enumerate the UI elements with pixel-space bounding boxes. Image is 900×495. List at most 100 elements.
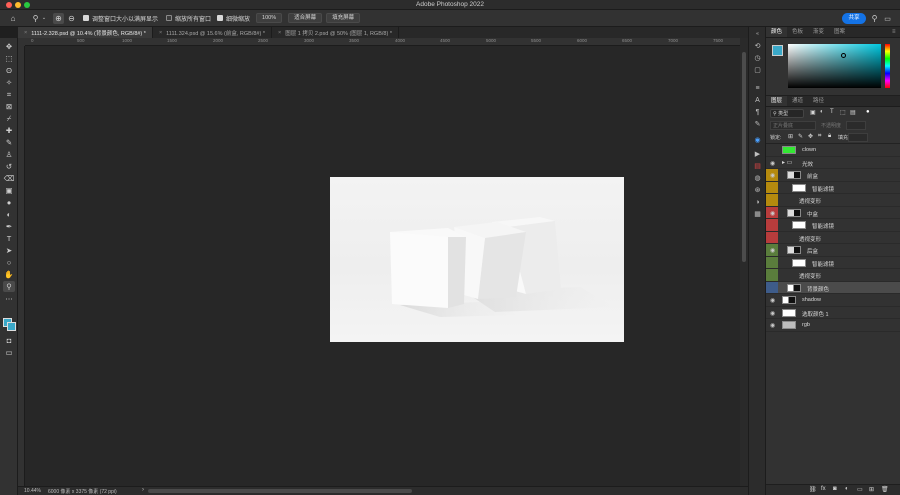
lock-all-icon[interactable]: 🔒︎ [828, 133, 831, 140]
move-tool-icon[interactable]: ✥ [3, 41, 15, 52]
adjustment-layer-thumbnail[interactable] [782, 308, 796, 317]
fill-field[interactable] [848, 133, 868, 142]
visibility-eye-icon[interactable]: ◉ [770, 172, 775, 179]
layer-row[interactable]: 智能滤镜 [766, 219, 900, 232]
hue-slider[interactable] [885, 44, 890, 88]
layer-thumbnail[interactable] [782, 146, 796, 154]
healing-brush-icon[interactable]: ✚ [3, 125, 15, 136]
tab-swatches[interactable]: 色板 [787, 27, 808, 37]
channels-icon[interactable]: ◍ [752, 173, 763, 183]
fx-icon[interactable]: fx [821, 486, 826, 492]
share-button[interactable]: 共享 [842, 13, 866, 24]
foreground-swatch[interactable] [772, 45, 783, 56]
hand-tool-icon[interactable]: ✋ [3, 269, 15, 280]
resize-windows-option[interactable]: 调整窗口大小以满屏显示 [83, 10, 158, 27]
zoom-percent-field[interactable]: 100% [256, 13, 283, 23]
layer-row[interactable]: ◉ 前盒 [766, 169, 900, 182]
layer-row[interactable]: ◉ 选取颜色 1 [766, 307, 900, 319]
history-icon[interactable]: ⟲ [752, 41, 763, 51]
document-canvas[interactable] [25, 46, 740, 486]
layer-row[interactable]: 透视变形 [766, 269, 900, 282]
chevron-right-icon[interactable]: › [142, 487, 144, 493]
close-tab-icon[interactable]: × [159, 30, 162, 36]
layer-row[interactable]: ◉ shadow [766, 294, 900, 307]
tab-channels[interactable]: 通道 [787, 96, 808, 106]
workspace-icon[interactable]: ▭ [882, 13, 893, 24]
eyedropper-icon[interactable]: ⌿ [3, 113, 15, 124]
horizontal-ruler[interactable]: 0 500 1000 1500 2000 2500 3000 3500 4000… [25, 38, 740, 46]
fill-screen-button[interactable]: 填充屏幕 [326, 13, 361, 23]
layer-row[interactable]: clown [766, 144, 900, 157]
visibility-eye-icon[interactable]: ◉ [770, 297, 775, 304]
layer-mask-thumbnail[interactable] [782, 296, 796, 304]
smart-object-thumbnail[interactable] [787, 208, 801, 217]
smart-object-thumbnail[interactable] [787, 246, 801, 254]
zoom-tool-icon[interactable]: ⚲ [3, 281, 15, 292]
navigator-icon[interactable]: ⊛ [752, 185, 763, 195]
panel-menu-icon[interactable]: ≡ [892, 29, 896, 35]
new-layer-icon[interactable]: ⊞ [869, 486, 874, 493]
libraries-icon[interactable]: ◉ [752, 135, 763, 145]
tab-document-3[interactable]: × 图层 1 拷贝 2.psd @ 50% (图层 1, RGB/8) * [272, 27, 399, 38]
layer-comps-icon[interactable]: ▤ [752, 161, 763, 171]
zoom-out-icon[interactable]: ⊖ [66, 13, 77, 24]
visibility-eye-icon[interactable]: ◉ [770, 160, 775, 167]
zoom-in-icon[interactable]: ⊕ [53, 12, 64, 24]
layer-row[interactable]: 透视变形 [766, 231, 900, 244]
smart-filter-icon[interactable]: ▤ [850, 109, 856, 116]
lock-paint-icon[interactable]: ✎ [798, 133, 803, 140]
document-image[interactable] [330, 177, 624, 342]
collapse-icon[interactable]: « [752, 29, 763, 39]
smart-object-thumbnail[interactable] [787, 171, 801, 179]
mask-icon[interactable]: ◙ [833, 486, 837, 492]
layer-mask-thumbnail[interactable] [787, 283, 801, 292]
tab-layers[interactable]: 图层 [766, 96, 788, 106]
tab-document-1[interactable]: × 1111-2.328.psd @ 10.4% (背景颜色, RGB/8#) … [18, 27, 153, 38]
filter-mask-thumbnail[interactable] [792, 221, 806, 229]
pen-tool-icon[interactable]: ✒ [3, 221, 15, 232]
tab-patterns[interactable]: 图案 [829, 27, 850, 37]
horizontal-scrollbar[interactable] [148, 489, 412, 493]
lock-artboard-icon[interactable]: ⌗ [818, 133, 821, 140]
tab-color[interactable]: 颜色 [766, 27, 788, 37]
search-icon[interactable]: ⚲ [869, 13, 880, 24]
crop-tool-icon[interactable]: ⌗ [3, 89, 15, 100]
adjustment-filter-icon[interactable]: ◐ [820, 109, 824, 115]
background-color-swatch[interactable] [7, 322, 16, 331]
visibility-eye-icon[interactable]: ◉ [770, 210, 775, 217]
quick-mask-icon[interactable]: ◘ [3, 335, 15, 346]
type-filter-icon[interactable]: T [830, 109, 834, 115]
type-tool-icon[interactable]: T [3, 233, 15, 244]
color-picker-cursor[interactable] [841, 53, 846, 58]
actions-icon[interactable]: ▶ [752, 149, 763, 159]
eraser-tool-icon[interactable]: ⌫ [3, 173, 15, 184]
adjustment-icon[interactable]: ◐ [845, 486, 849, 492]
layer-thumbnail[interactable] [782, 321, 796, 329]
clone-stamp-icon[interactable]: ♙ [3, 149, 15, 160]
tab-gradients[interactable]: 渐变 [808, 27, 829, 37]
blend-mode-select[interactable]: 正片叠底 [770, 121, 816, 130]
blur-tool-icon[interactable]: ● [3, 197, 15, 208]
layer-row[interactable]: ◉ 后盒 [766, 244, 900, 257]
screen-mode-icon[interactable]: ▭ [3, 347, 15, 358]
scrubby-zoom-option[interactable]: 细微缩放 [217, 10, 250, 27]
zoom-all-windows-checkbox[interactable] [166, 15, 173, 21]
lock-position-icon[interactable]: ✥ [808, 133, 813, 140]
zoom-tool-icon[interactable]: ⚲ [30, 13, 41, 24]
zoom-level[interactable]: 10.44% [24, 488, 41, 494]
close-tab-icon[interactable]: × [24, 30, 27, 36]
layer-row[interactable]: 智能滤镜 [766, 256, 900, 269]
gradient-tool-icon[interactable]: ▣ [3, 185, 15, 196]
frame-tool-icon[interactable]: ⊠ [3, 101, 15, 112]
paragraph-icon[interactable]: ¶ [752, 107, 763, 117]
link-icon[interactable]: ⛓︎ [809, 486, 817, 493]
path-selection-icon[interactable]: ➤ [3, 245, 15, 256]
opacity-field[interactable] [846, 121, 866, 130]
tab-document-2[interactable]: × 1111.324.psd @ 15.6% (前盒, RGB/8#) * [153, 27, 272, 38]
history-brush-icon[interactable]: ↺ [3, 161, 15, 172]
filter-mask-thumbnail[interactable] [792, 183, 806, 192]
layer-row[interactable]: ◉ 中盒 [766, 206, 900, 219]
character-icon[interactable]: A [752, 95, 763, 105]
scrubby-zoom-checkbox[interactable] [217, 15, 224, 21]
filter-mask-thumbnail[interactable] [792, 258, 806, 267]
